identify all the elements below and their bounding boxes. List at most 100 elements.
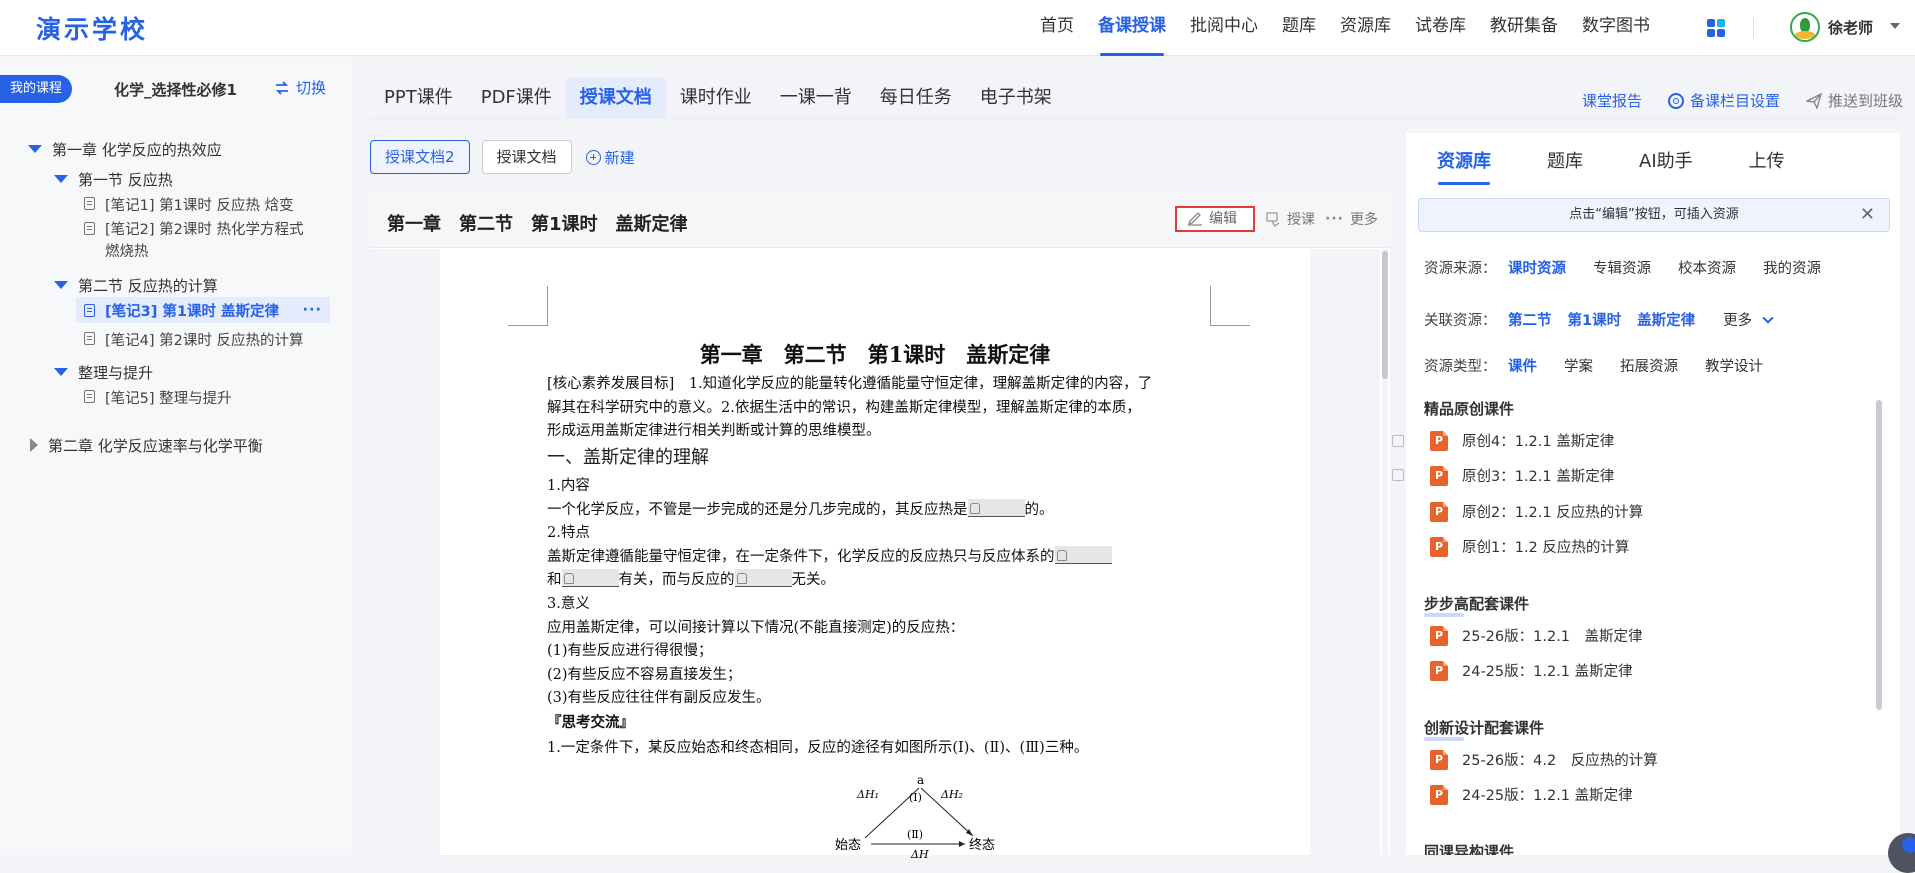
filter-option[interactable]: 拓展资源 bbox=[1620, 355, 1678, 376]
filter-option[interactable]: 第1课时 bbox=[1568, 309, 1622, 330]
tab-homework[interactable]: 课时作业 bbox=[666, 78, 766, 118]
note-more-menu[interactable]: ··· bbox=[302, 302, 322, 318]
fill-blank[interactable] bbox=[561, 569, 619, 588]
insert-hint-banner: 点击“编辑”按钮，可插入资源 ✕ bbox=[1418, 198, 1890, 232]
document-scrollbar[interactable] bbox=[1382, 249, 1388, 855]
fill-blank[interactable] bbox=[967, 498, 1025, 517]
tree-section-2[interactable]: 第二节 反应热的计算 bbox=[54, 275, 218, 296]
tab-lesson-doc[interactable]: 授课文档 bbox=[565, 78, 666, 118]
tab-upload[interactable]: 上传 bbox=[1730, 133, 1804, 193]
chevron-down-icon[interactable] bbox=[1890, 23, 1900, 29]
caret-down-icon[interactable] bbox=[54, 175, 68, 183]
tree-note-3[interactable]: [笔记3] 第1课时 盖斯定律 ··· bbox=[76, 297, 330, 323]
doc-tab-1[interactable]: 授课文档2 bbox=[370, 140, 470, 174]
resource-item[interactable]: P 24-25版：1.2.1 盖斯定律 bbox=[1430, 784, 1633, 805]
nav-resource-library[interactable]: 资源库 bbox=[1328, 0, 1403, 56]
tree-note-5[interactable]: [笔记5] 整理与提升 bbox=[84, 387, 232, 408]
more-button[interactable]: ··· 更多 bbox=[1325, 209, 1378, 229]
text-span: 的。 bbox=[1024, 501, 1054, 518]
text-span: 和 bbox=[547, 572, 562, 589]
filter-option[interactable]: 教学设计 bbox=[1705, 355, 1763, 376]
new-doc-button[interactable]: 新建 bbox=[585, 147, 635, 168]
close-icon[interactable]: ✕ bbox=[1860, 199, 1875, 231]
scrollbar-thumb[interactable] bbox=[1382, 251, 1388, 379]
filter-option[interactable]: 课时资源 bbox=[1508, 257, 1566, 278]
resource-section-title: 同课异构课件 bbox=[1424, 843, 1515, 855]
caret-down-icon[interactable] bbox=[54, 281, 68, 289]
nav-review-center[interactable]: 批阅中心 bbox=[1178, 0, 1270, 56]
fill-blank[interactable] bbox=[1054, 545, 1112, 564]
resource-item[interactable]: P 25-26版：4.2 反应热的计算 bbox=[1430, 749, 1658, 770]
tree-chapter-2[interactable]: 第二章 化学反应速率与化学平衡 bbox=[30, 435, 263, 456]
filter-option[interactable]: 第二节 bbox=[1508, 309, 1552, 330]
class-report-link[interactable]: 课堂报告 bbox=[1582, 90, 1642, 111]
resource-item[interactable]: P 原创3：1.2.1 盖斯定律 bbox=[1430, 465, 1614, 486]
caret-down-icon[interactable] bbox=[28, 145, 42, 153]
tree-note-4[interactable]: [笔记4] 第2课时 反应热的计算 bbox=[84, 329, 303, 350]
teach-button[interactable]: 授课 bbox=[1265, 209, 1315, 229]
tab-ppt[interactable]: PPT课件 bbox=[370, 78, 467, 118]
tree-note-2[interactable]: [笔记2] 第2课时 热化学方程式 燃烧热 bbox=[84, 219, 303, 263]
delta-h: ΔH bbox=[910, 848, 929, 860]
resize-icon[interactable] bbox=[1392, 469, 1404, 481]
text-span: 盖斯定律遵循能量守恒定律，在一定条件下，化学反应的反应热只与反应体系的 bbox=[547, 548, 1055, 565]
column-settings-link[interactable]: 备课栏目设置 bbox=[1667, 90, 1780, 111]
avatar[interactable] bbox=[1790, 12, 1820, 42]
nav-paper-library[interactable]: 试卷库 bbox=[1403, 0, 1478, 56]
tree-chapter-1[interactable]: 第一章 化学反应的热效应 bbox=[28, 139, 222, 160]
assistant-fab[interactable] bbox=[1888, 833, 1915, 873]
caret-right-icon[interactable] bbox=[30, 438, 38, 452]
nav-digital-books[interactable]: 数字图书 bbox=[1570, 0, 1662, 56]
filter-option[interactable]: 我的资源 bbox=[1763, 257, 1821, 278]
gear-icon bbox=[1667, 92, 1684, 109]
content-line: 一个化学反应，不管是一步完成的还是分几步完成的，其反应热是 的。 bbox=[547, 498, 1202, 523]
page-title: 第一章 第二节 第1课时 盖斯定律 bbox=[699, 342, 1051, 367]
filter-option[interactable]: 校本资源 bbox=[1678, 257, 1736, 278]
panel-splitter[interactable] bbox=[1392, 435, 1406, 495]
resource-item[interactable]: P 原创4：1.2.1 盖斯定律 bbox=[1430, 430, 1614, 451]
resource-item[interactable]: P 原创2：1.2.1 反应热的计算 bbox=[1430, 501, 1643, 522]
tab-daily-task[interactable]: 每日任务 bbox=[866, 78, 966, 118]
tab-actions: 课堂报告 备课栏目设置 推送到班级 bbox=[1582, 90, 1903, 111]
apps-grid-icon[interactable] bbox=[1707, 19, 1725, 37]
tree-note-1[interactable]: [笔记1] 第1课时 反应热 焓变 bbox=[84, 194, 294, 215]
tree-chapter-2-label: 第二章 化学反应速率与化学平衡 bbox=[48, 437, 263, 455]
resource-item[interactable]: P 原创1：1.2 反应热的计算 bbox=[1430, 536, 1629, 557]
related-more-button[interactable]: 更多 bbox=[1723, 309, 1752, 330]
switch-course-button[interactable]: 切换 bbox=[274, 77, 326, 98]
filter-option[interactable]: 盖斯定律 bbox=[1637, 309, 1695, 330]
content-tabs: PPT课件 PDF课件 授课文档 课时作业 一课一背 每日任务 电子书架 bbox=[370, 78, 1066, 118]
nav-question-bank[interactable]: 题库 bbox=[1270, 0, 1328, 56]
tab-ai-assistant[interactable]: AI助手 bbox=[1620, 133, 1712, 193]
filter-option[interactable]: 课件 bbox=[1508, 355, 1537, 376]
tree-section-3[interactable]: 整理与提升 bbox=[54, 362, 153, 383]
filter-option[interactable]: 学案 bbox=[1564, 355, 1593, 376]
tab-question-bank[interactable]: 题库 bbox=[1528, 133, 1602, 193]
document-viewer[interactable]: 第一章 第二节 第1课时 盖斯定律 [核心素养发展目标] 1.知道化学反应的能量… bbox=[370, 249, 1380, 860]
fill-blank[interactable] bbox=[734, 569, 792, 588]
nav-research[interactable]: 教研集备 bbox=[1478, 0, 1570, 56]
tree-section-2-label: 第二节 反应热的计算 bbox=[78, 277, 218, 295]
nav-prepare-teach[interactable]: 备课授课 bbox=[1086, 0, 1178, 56]
tab-resource-library[interactable]: 资源库 bbox=[1418, 133, 1510, 193]
user-name[interactable]: 徐老师 bbox=[1828, 17, 1873, 38]
doc-tab-2[interactable]: 授课文档 bbox=[481, 140, 572, 174]
resource-item[interactable]: P 25-26版：1.2.1 盖斯定律 bbox=[1430, 625, 1643, 646]
school-logo[interactable]: 演示学校 bbox=[36, 10, 148, 46]
resource-item[interactable]: P 24-25版：1.2.1 盖斯定律 bbox=[1430, 660, 1633, 681]
caret-down-icon[interactable] bbox=[54, 368, 68, 376]
resource-item-label: 原创1：1.2 反应热的计算 bbox=[1462, 540, 1630, 556]
tab-pdf[interactable]: PDF课件 bbox=[467, 78, 566, 118]
resource-scrollbar[interactable] bbox=[1876, 400, 1882, 710]
tab-recite[interactable]: 一课一背 bbox=[766, 78, 866, 118]
filter-option[interactable]: 专辑资源 bbox=[1593, 257, 1651, 278]
tab-ebook-shelf[interactable]: 电子书架 bbox=[966, 78, 1066, 118]
resource-list[interactable]: 精品原创课件 P 原创4：1.2.1 盖斯定律 P 原创3：1.2.1 盖斯定律 P… bbox=[1406, 385, 1900, 855]
nav-home[interactable]: 首页 bbox=[1028, 0, 1086, 56]
edit-button[interactable]: 编辑 bbox=[1175, 206, 1256, 232]
my-course-badge[interactable]: 我的课程 bbox=[0, 75, 73, 103]
tree-section-1[interactable]: 第一节 反应热 bbox=[54, 169, 173, 190]
collapse-icon[interactable] bbox=[1392, 435, 1404, 447]
chevron-down-icon[interactable] bbox=[1762, 311, 1774, 324]
push-to-class-link[interactable]: 推送到班级 bbox=[1805, 90, 1903, 111]
